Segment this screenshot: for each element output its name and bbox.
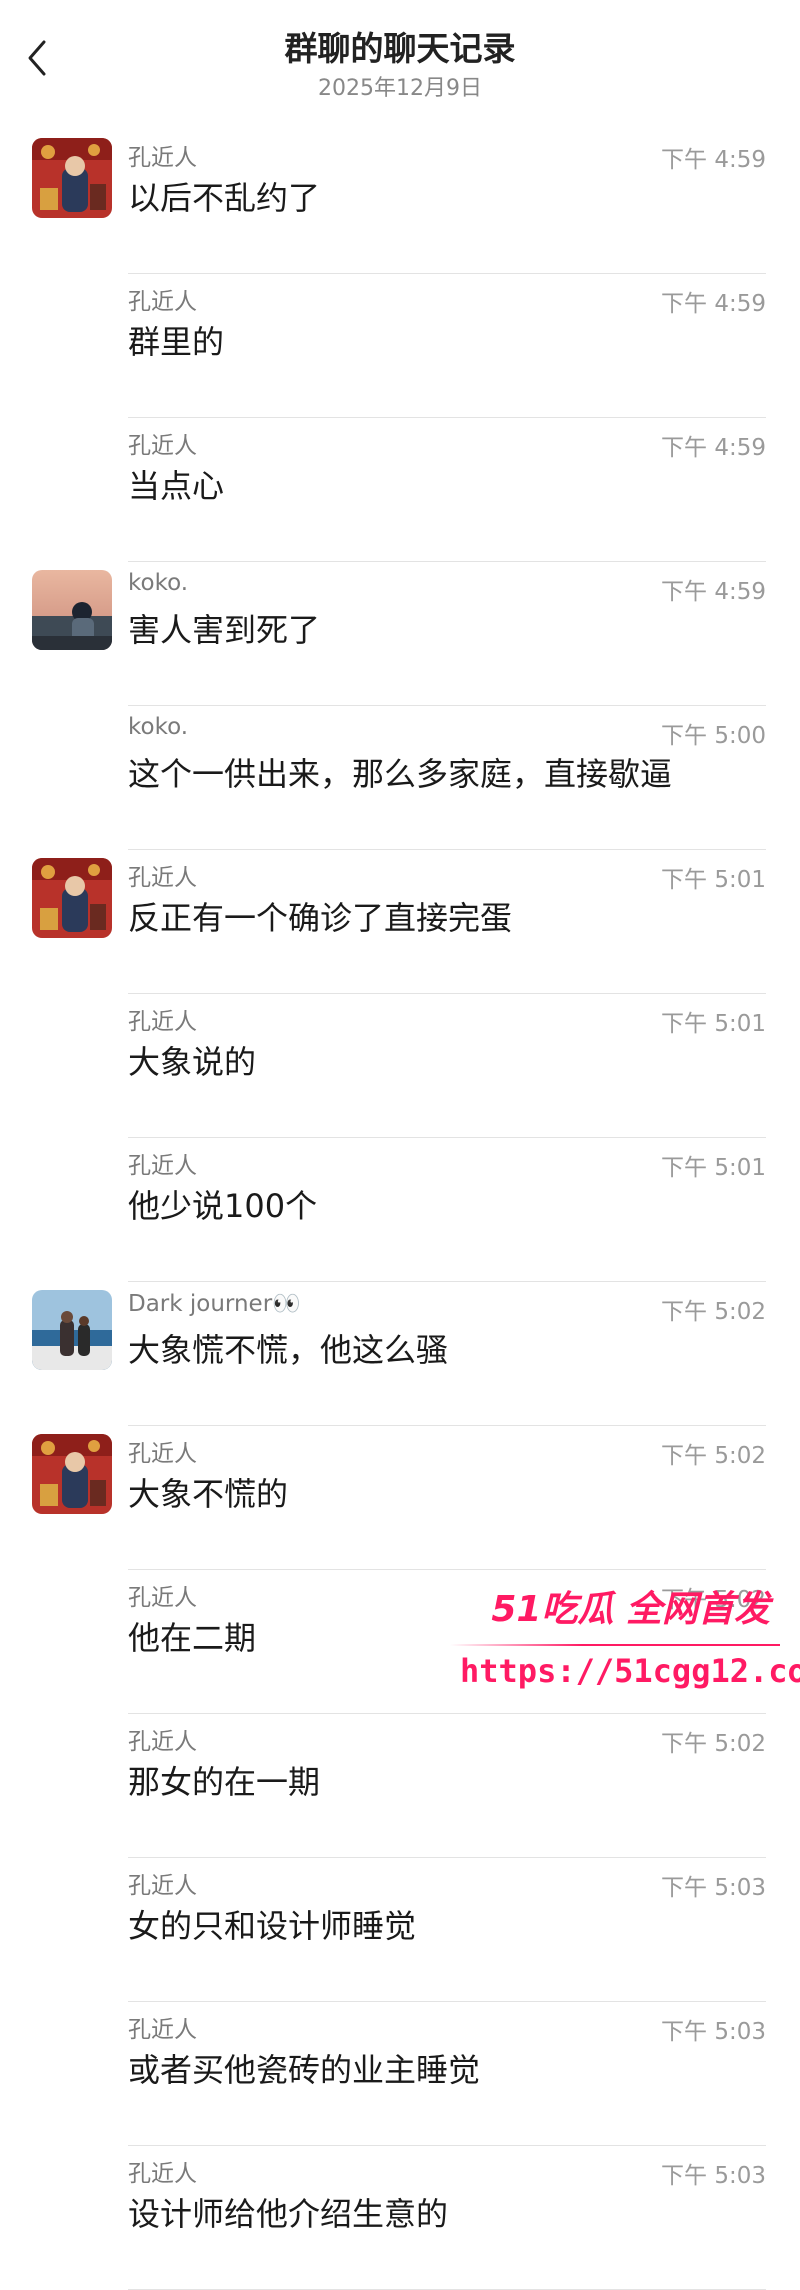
avatar[interactable] <box>32 858 112 938</box>
message-text: 那女的在一期 <box>128 1763 321 1801</box>
message-time: 下午 4:59 <box>661 579 766 605</box>
avatar[interactable] <box>32 1434 112 1514</box>
message-text: 大象慌不慌，他这么骚 <box>128 1331 449 1369</box>
chat-date: 2025年12月9日 <box>318 76 482 101</box>
message-item[interactable]: 孔近人 下午 4:59 以后不乱约了 <box>0 130 800 274</box>
sender-name: 孔近人 <box>128 865 197 891</box>
watermark-brand: 51吃瓜 全网首发 <box>491 1589 770 1630</box>
message-text: 害人害到死了 <box>128 611 321 649</box>
sender-name: 孔近人 <box>128 1873 197 1899</box>
watermark-line <box>450 1644 780 1646</box>
message-time: 下午 4:59 <box>661 435 766 461</box>
message-item[interactable]: 孔近人 下午 4:59 群里的 <box>0 274 800 418</box>
sender-name: 孔近人 <box>128 1585 197 1611</box>
message-text: 设计师给他介绍生意的 <box>128 2195 449 2233</box>
message-item[interactable]: Dark journer👀 下午 5:02 大象慌不慌，他这么骚 <box>0 1282 800 1426</box>
sender-name: 孔近人 <box>128 2017 197 2043</box>
message-text: 女的只和设计师睡觉 <box>128 1907 417 1945</box>
message-text: 这个一供出来，那么多家庭，直接歇逼 <box>128 755 673 793</box>
watermark: 51吃瓜 全网首发 https://51cgg12.com <box>450 1580 800 1700</box>
sender-name: 孔近人 <box>128 289 197 315</box>
sender-name: koko. <box>128 570 189 596</box>
sender-name: 孔近人 <box>128 433 197 459</box>
sender-name: 孔近人 <box>128 2161 197 2187</box>
message-time: 下午 5:01 <box>661 1011 766 1037</box>
sender-name: 孔近人 <box>128 1729 197 1755</box>
message-list: 孔近人 下午 4:59 以后不乱约了 孔近人 下午 4:59 群里的 孔近人 下午 4:59 当… <box>0 130 800 2290</box>
message-time: 下午 5:03 <box>661 1875 766 1901</box>
message-text: 当点心 <box>128 467 225 505</box>
message-time: 下午 5:02 <box>661 1731 766 1757</box>
message-text: 大象不慌的 <box>128 1475 289 1513</box>
avatar[interactable] <box>32 1290 112 1370</box>
message-time: 下午 5:02 <box>661 1443 766 1469</box>
sender-name: koko. <box>128 714 189 740</box>
message-item[interactable]: 孔近人 下午 4:59 当点心 <box>0 418 800 562</box>
message-text: 或者买他瓷砖的业主睡觉 <box>128 2051 481 2089</box>
message-item[interactable]: koko. 下午 4:59 害人害到死了 <box>0 562 800 706</box>
chat-header: 群聊的聊天记录 2025年12月9日 <box>0 0 800 130</box>
message-time: 下午 4:59 <box>661 147 766 173</box>
message-item[interactable]: 孔近人 下午 5:01 大象说的 <box>0 994 800 1138</box>
page-title: 群聊的聊天记录 <box>284 29 516 68</box>
sender-name: 孔近人 <box>128 145 197 171</box>
message-item[interactable]: 孔近人 下午 5:03 设计师给他介绍生意的 <box>0 2146 800 2290</box>
message-time: 下午 5:01 <box>661 867 766 893</box>
sender-name: 孔近人 <box>128 1441 197 1467</box>
sender-name: Dark journer👀 <box>128 1291 301 1317</box>
message-text: 他在二期 <box>128 1619 257 1657</box>
message-text: 他少说100个 <box>128 1187 318 1225</box>
message-item[interactable]: 孔近人 下午 5:03 或者买他瓷砖的业主睡觉 <box>0 2002 800 2146</box>
message-time: 下午 4:59 <box>661 291 766 317</box>
message-time: 下午 5:00 <box>661 723 766 749</box>
message-text: 群里的 <box>128 323 225 361</box>
watermark-url: https://51cgg12.com <box>460 1652 800 1690</box>
message-item[interactable]: 孔近人 下午 5:01 他少说100个 <box>0 1138 800 1282</box>
sender-name: 孔近人 <box>128 1009 197 1035</box>
message-time: 下午 5:02 <box>661 1299 766 1325</box>
message-time: 下午 5:03 <box>661 2163 766 2189</box>
avatar[interactable] <box>32 138 112 218</box>
message-time: 下午 5:03 <box>661 2019 766 2045</box>
message-item[interactable]: 孔近人 下午 5:03 女的只和设计师睡觉 <box>0 1858 800 2002</box>
message-text: 大象说的 <box>128 1043 257 1081</box>
message-item[interactable]: 孔近人 下午 5:01 反正有一个确诊了直接完蛋 <box>0 850 800 994</box>
message-item[interactable]: 孔近人 下午 5:02 那女的在一期 <box>0 1714 800 1858</box>
message-item[interactable]: 孔近人 下午 5:02 大象不慌的 <box>0 1426 800 1570</box>
sender-name: 孔近人 <box>128 1153 197 1179</box>
message-time: 下午 5:01 <box>661 1155 766 1181</box>
avatar[interactable] <box>32 570 112 650</box>
message-text: 反正有一个确诊了直接完蛋 <box>128 899 513 937</box>
message-item[interactable]: koko. 下午 5:00 这个一供出来，那么多家庭，直接歇逼 <box>0 706 800 850</box>
message-text: 以后不乱约了 <box>128 179 321 217</box>
